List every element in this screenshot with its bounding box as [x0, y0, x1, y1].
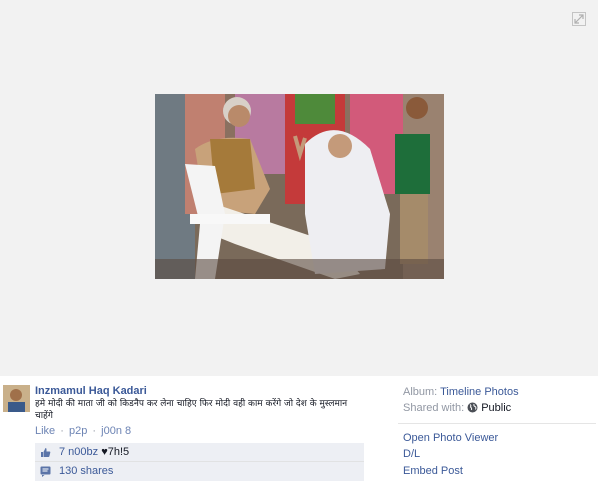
- privacy-value[interactable]: Public: [481, 402, 511, 414]
- share-icon: [40, 466, 51, 477]
- embed-post-link[interactable]: Embed Post: [403, 465, 463, 477]
- likes-count: 7 n00bz ♥7h!5: [59, 446, 129, 458]
- likes-row: 7 n00bz ♥7h!5: [35, 443, 364, 462]
- photo-image: [155, 94, 444, 279]
- privacy-row: Shared with: Public: [403, 402, 511, 414]
- meta-separator: ·: [60, 425, 64, 437]
- likes-extra: 7h!5: [107, 446, 130, 458]
- thumbs-up-icon: [41, 448, 51, 457]
- sidebar-divider: [398, 423, 596, 424]
- photo-sidebar: Album: Timeline Photos Shared with: Publ…: [392, 376, 598, 483]
- open-photo-viewer-link[interactable]: Open Photo Viewer: [403, 432, 498, 444]
- post-author-link[interactable]: Inzmamul Haq Kadari: [35, 385, 147, 397]
- album-link[interactable]: Timeline Photos: [440, 386, 518, 398]
- album-label: Album:: [403, 386, 438, 398]
- p2p-link[interactable]: p2p: [69, 425, 87, 437]
- expand-icon[interactable]: [572, 12, 586, 26]
- shared-with-label: Shared with:: [403, 402, 465, 414]
- album-row: Album: Timeline Photos: [403, 386, 519, 398]
- download-link[interactable]: D/L: [403, 448, 420, 460]
- post-comment-area: Inzmamul Haq Kadari हमे मोदी की माता जी …: [0, 376, 392, 483]
- globe-icon: [467, 402, 478, 413]
- likes-link[interactable]: 7 n00bz: [59, 446, 98, 458]
- like-link[interactable]: Like: [35, 425, 55, 437]
- photo-stage: [0, 0, 598, 376]
- meta-separator: ·: [92, 425, 97, 437]
- shares-row: 130 shares: [35, 462, 364, 481]
- post-photo[interactable]: [155, 94, 444, 279]
- shares-link[interactable]: 130 shares: [59, 465, 113, 477]
- post-text: हमे मोदी की माता जी को किडनैप कर लेना चा…: [35, 399, 348, 421]
- post-meta-row: Like · p2p · j00n 8: [35, 425, 131, 437]
- avatar[interactable]: [3, 385, 30, 412]
- timestamp-link[interactable]: j00n 8: [101, 425, 131, 437]
